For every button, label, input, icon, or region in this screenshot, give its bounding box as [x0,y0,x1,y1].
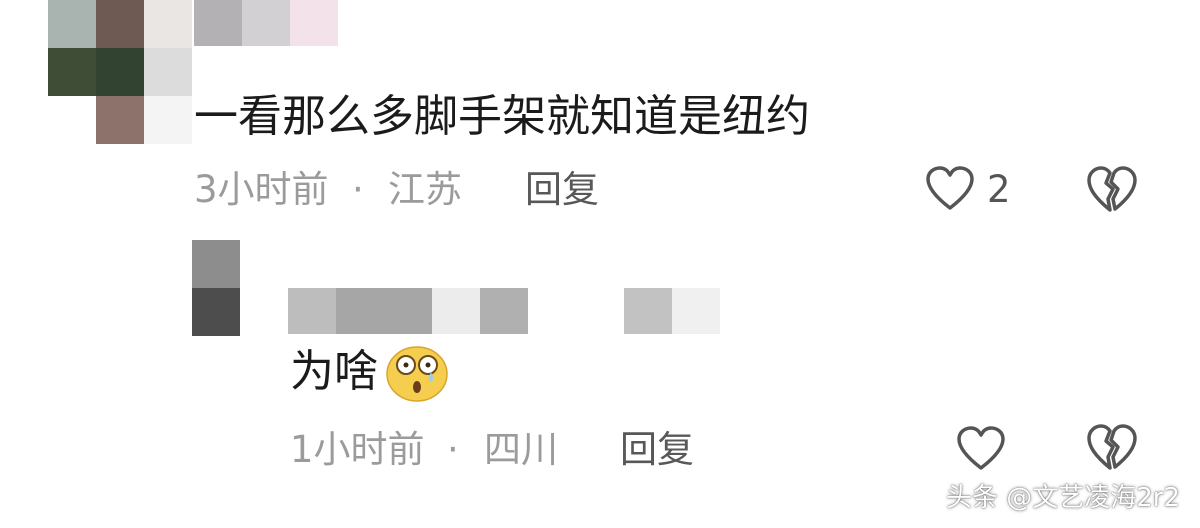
comment-2-reply-button[interactable]: 回复 [620,431,694,468]
heart-icon[interactable] [925,166,975,212]
comment-2-separator: · [447,428,459,471]
commenter-1-avatar[interactable] [48,0,198,145]
comment-1-reply-button[interactable]: 回复 [525,171,599,208]
commenter-2-avatar[interactable] [192,240,240,336]
comment-2-location: 四川 [484,428,558,471]
comment-1-location: 江苏 [388,168,462,211]
broken-heart-icon[interactable] [1086,424,1138,472]
comment-1-like-count: 2 [987,168,1011,211]
broken-heart-icon[interactable] [1086,166,1138,214]
comment-2-text: 为啥 [290,346,378,397]
commenter-1-name-blurred[interactable] [194,0,338,46]
comment-1-text: 一看那么多脚手架就知道是纽约 [194,91,810,142]
scared-face-emoji [386,346,448,402]
heart-icon[interactable] [956,426,1006,472]
comment-1-time: 3小时前 [194,168,329,211]
comment-2-time: 1小时前 [290,428,425,471]
comment-1-separator: · [352,168,364,211]
commenter-2-name-blurred[interactable] [288,288,720,334]
watermark: 头条 @文艺凌海2r2 [945,483,1180,513]
